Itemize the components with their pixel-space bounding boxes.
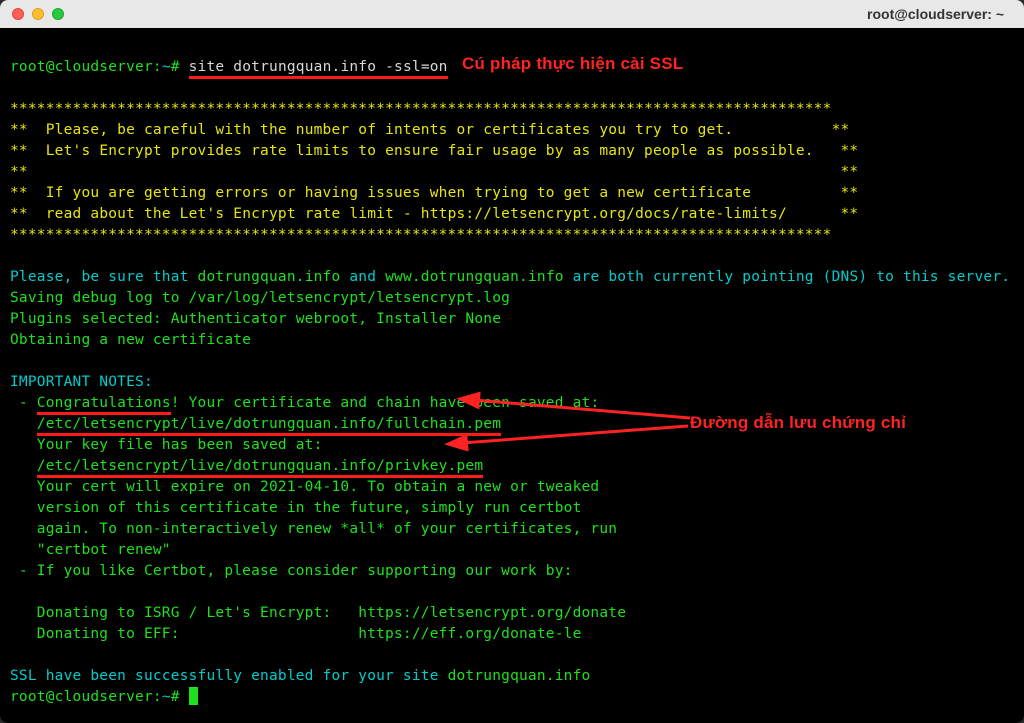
minimize-icon[interactable]	[32, 8, 44, 20]
obtaining-line: Obtaining a new certificate	[10, 332, 251, 348]
expire-line: Your cert will expire on 2021-04-10. To …	[10, 479, 599, 495]
box-line: ** Let's Encrypt provides rate limits to…	[10, 143, 858, 159]
expire-line: again. To non-interactively renew *all* …	[10, 521, 617, 537]
support-line: - If you like Certbot, please consider s…	[10, 563, 573, 579]
terminal-window: root@cloudserver: ~ root@cloudserver:~# …	[0, 0, 1024, 723]
box-line: ** read about the Let's Encrypt rate lim…	[10, 206, 858, 222]
log-line: Saving debug log to /var/log/letsencrypt…	[10, 290, 510, 306]
expire-line: "certbot renew"	[10, 542, 171, 558]
terminal-body[interactable]: root@cloudserver:~# site dotrungquan.inf…	[0, 28, 1024, 723]
titlebar[interactable]: root@cloudserver: ~	[0, 0, 1024, 28]
key-saved-line: Your key file has been saved at:	[10, 437, 323, 453]
annotation-paths: Đường dẫn lưu chứng chỉ	[690, 411, 906, 436]
command-text: site dotrungquan.info -ssl=on	[189, 59, 448, 79]
expire-line: version of this certificate in the futur…	[10, 500, 582, 516]
cursor-icon	[189, 687, 198, 705]
plugins-line: Plugins selected: Authenticator webroot,…	[10, 311, 501, 327]
donate-line: Donating to EFF: https://eff.org/donate-…	[10, 626, 582, 642]
fullchain-path: /etc/letsencrypt/live/dotrungquan.info/f…	[10, 416, 501, 436]
prompt-line-2: root@cloudserver:~#	[10, 689, 180, 705]
prompt-line: root@cloudserver:~#	[10, 59, 180, 75]
box-top: ****************************************…	[10, 101, 832, 117]
donate-line: Donating to ISRG / Let's Encrypt: https:…	[10, 605, 626, 621]
box-line: ** Please, be careful with the number of…	[10, 122, 849, 138]
box-line: ** **	[10, 164, 858, 180]
box-bottom: ****************************************…	[10, 227, 832, 243]
important-notes-heading: IMPORTANT NOTES:	[10, 374, 153, 390]
congrat-line: - Congratulations! Your certificate and …	[10, 395, 599, 415]
box-line: ** If you are getting errors or having i…	[10, 185, 858, 201]
dns-line: Please, be sure that dotrungquan.info an…	[10, 269, 1010, 285]
traffic-lights	[12, 8, 64, 20]
close-icon[interactable]	[12, 8, 24, 20]
annotation-syntax: Cú pháp thực hiện cài SSL	[462, 52, 683, 77]
window-title: root@cloudserver: ~	[867, 6, 1004, 22]
maximize-icon[interactable]	[52, 8, 64, 20]
privkey-path: /etc/letsencrypt/live/dotrungquan.info/p…	[10, 458, 483, 478]
ssl-success-line: SSL have been successfully enabled for y…	[10, 668, 590, 684]
